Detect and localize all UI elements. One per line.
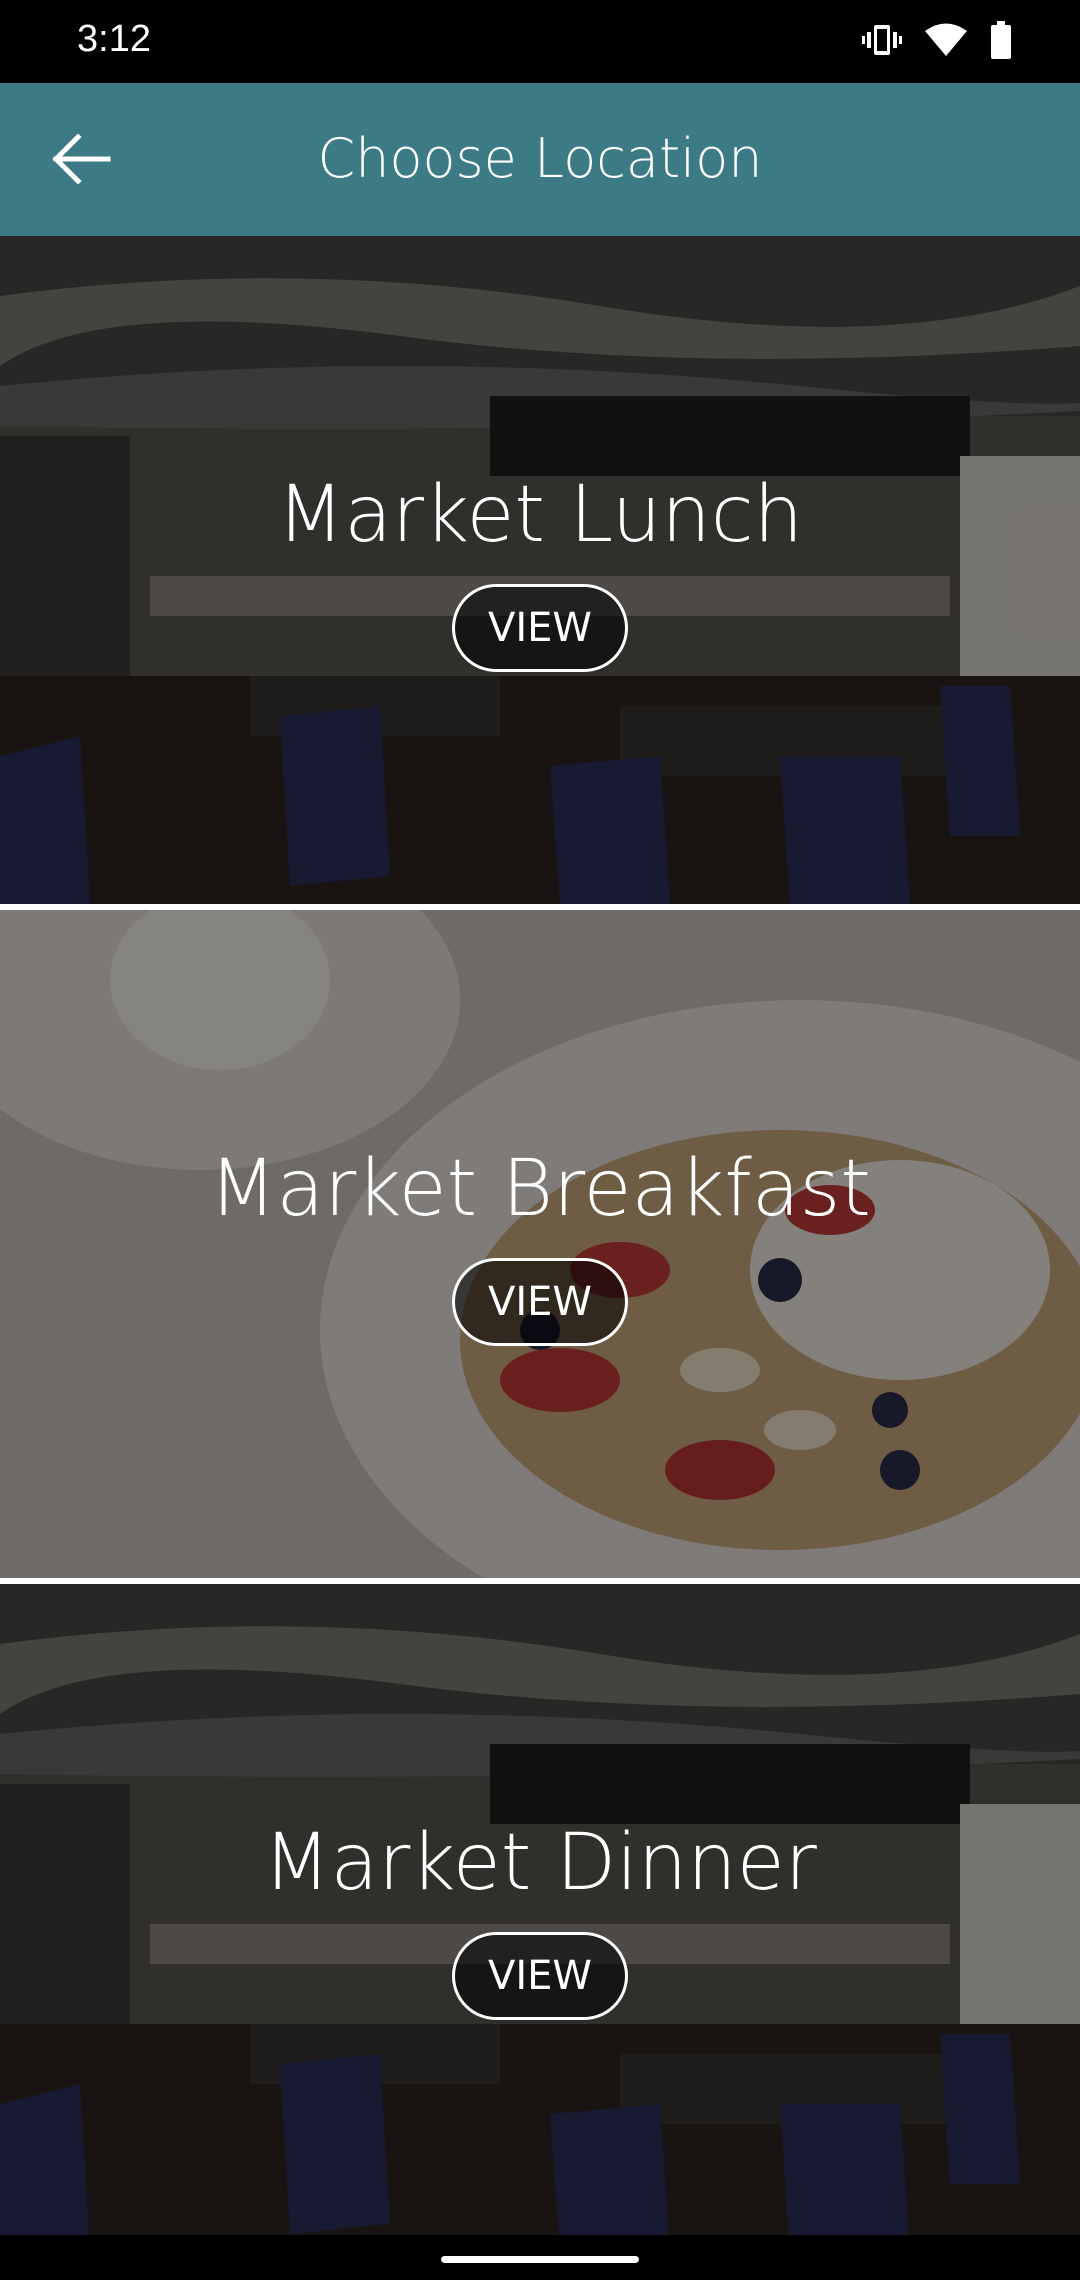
card-content: Market Lunch VIEW [0, 476, 1080, 672]
location-card-market-breakfast[interactable]: Market Breakfast VIEW [0, 910, 1080, 1578]
vibrate-icon [862, 22, 902, 63]
view-button[interactable]: VIEW [452, 1258, 628, 1346]
location-card-market-dinner[interactable]: Market Dinner VIEW [0, 1584, 1080, 2235]
battery-icon [990, 20, 1012, 64]
location-card-market-lunch[interactable]: Market Lunch VIEW [0, 236, 1080, 904]
view-button[interactable]: VIEW [452, 584, 628, 672]
location-name: Market Lunch [276, 470, 804, 560]
status-icons [862, 20, 1012, 64]
navigation-bar [0, 2235, 1080, 2280]
location-name: Market Dinner [263, 1818, 817, 1908]
status-bar: 3:12 [0, 0, 1080, 83]
card-content: Market Breakfast VIEW [0, 1150, 1080, 1346]
status-time: 3:12 [77, 18, 151, 60]
app-bar: Choose Location [0, 83, 1080, 236]
view-button[interactable]: VIEW [452, 1932, 628, 2020]
card-content: Market Dinner VIEW [0, 1824, 1080, 2020]
home-gesture-handle[interactable] [441, 2256, 639, 2263]
page-title: Choose Location [317, 127, 763, 190]
wifi-icon [924, 22, 968, 63]
location-name: Market Breakfast [209, 1144, 871, 1234]
